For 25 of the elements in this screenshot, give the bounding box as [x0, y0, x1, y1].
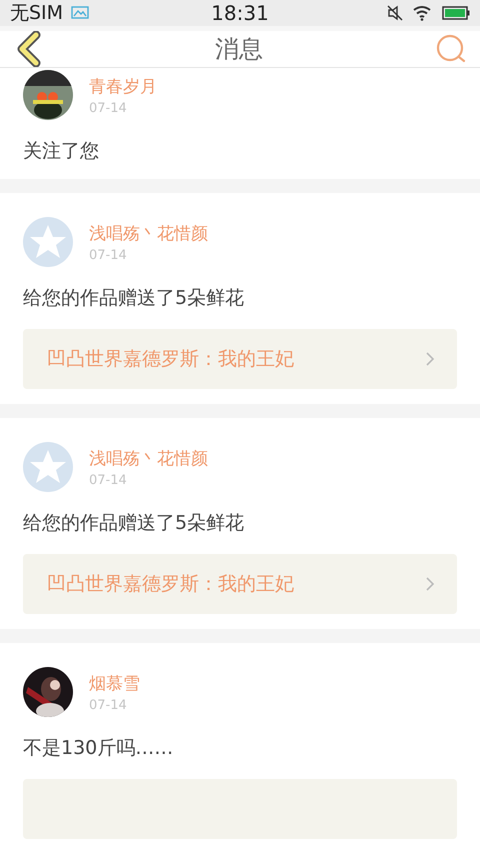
search-button[interactable]: [436, 34, 466, 64]
default-avatar-icon: [23, 217, 73, 267]
battery-icon: [442, 6, 470, 20]
clock: 18:31: [211, 1, 269, 25]
mute-icon: [386, 4, 404, 22]
message-text: 给您的作品赠送了5朵鲜花: [23, 511, 246, 536]
chevron-right-icon: [425, 351, 435, 367]
user-name[interactable]: 浅唱殇丶花惜颜: [89, 222, 208, 244]
image-icon: [71, 6, 90, 20]
work-link[interactable]: 凹凸世界嘉德罗斯：我的王妃: [23, 329, 457, 389]
message-text: 不是130斤吗……: [23, 736, 174, 761]
user-name[interactable]: 浅唱殇丶花惜颜: [89, 446, 208, 470]
message-date: 07-14: [89, 100, 128, 116]
message-date: 07-14: [89, 248, 128, 262]
work-link[interactable]: 凹凸世界嘉德罗斯：我的王妃: [23, 554, 457, 614]
carrier-label: 无SIM: [10, 1, 64, 26]
default-avatar-icon: [23, 442, 73, 492]
user-name[interactable]: 青春岁月: [89, 74, 157, 98]
message-text: 关注了您: [23, 139, 100, 164]
page-title: 消息: [215, 34, 263, 65]
message-text: 给您的作品赠送了5朵鲜花: [23, 286, 246, 311]
chevron-right-icon: [425, 576, 435, 592]
user-name[interactable]: 烟慕雪: [89, 672, 140, 694]
message-date: 07-14: [89, 472, 128, 488]
message-date: 07-14: [89, 698, 128, 712]
